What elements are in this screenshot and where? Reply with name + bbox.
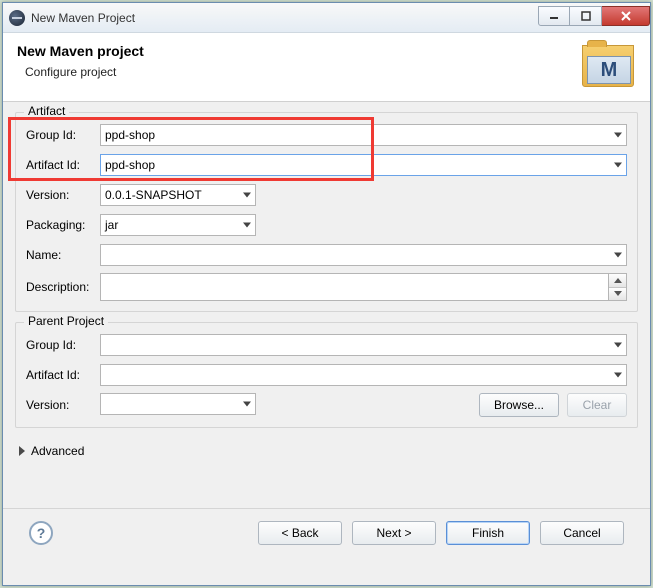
wizard-footer: ? < Back Next > Finish Cancel bbox=[15, 509, 638, 557]
chevron-down-icon bbox=[243, 193, 251, 198]
parent-artifact-id-label: Artifact Id: bbox=[26, 368, 100, 382]
parent-version-input[interactable] bbox=[100, 393, 256, 415]
chevron-down-icon bbox=[614, 133, 622, 138]
advanced-label: Advanced bbox=[31, 444, 84, 458]
stepper-up-button[interactable] bbox=[609, 274, 626, 288]
artifact-legend: Artifact bbox=[24, 104, 69, 118]
packaging-value: jar bbox=[105, 218, 118, 232]
minimize-button[interactable] bbox=[538, 6, 570, 26]
eclipse-icon bbox=[9, 10, 25, 26]
artifact-id-value: ppd-shop bbox=[105, 158, 155, 172]
chevron-down-icon bbox=[614, 253, 622, 258]
finish-button-label: Finish bbox=[472, 526, 504, 540]
back-button-label: < Back bbox=[281, 526, 318, 540]
titlebar[interactable]: New Maven Project bbox=[3, 3, 650, 33]
artifact-id-input[interactable]: ppd-shop bbox=[100, 154, 627, 176]
maximize-button[interactable] bbox=[570, 6, 602, 26]
advanced-expander[interactable]: Advanced bbox=[15, 438, 638, 458]
group-id-label: Group Id: bbox=[26, 128, 100, 142]
packaging-input[interactable]: jar bbox=[100, 214, 256, 236]
cancel-button-label: Cancel bbox=[563, 526, 600, 540]
close-button[interactable] bbox=[602, 6, 650, 26]
expand-right-icon bbox=[19, 446, 25, 456]
parent-version-label: Version: bbox=[26, 398, 100, 412]
help-icon: ? bbox=[37, 525, 46, 541]
clear-button[interactable]: Clear bbox=[567, 393, 627, 417]
page-title: New Maven project bbox=[17, 43, 582, 59]
minimize-icon bbox=[549, 11, 559, 21]
chevron-down-icon bbox=[614, 163, 622, 168]
page-subtitle: Configure project bbox=[25, 65, 582, 79]
artifact-group: Artifact Group Id: ppd-shop Artifact Id:… bbox=[15, 112, 638, 312]
chevron-up-icon bbox=[614, 278, 622, 283]
group-id-value: ppd-shop bbox=[105, 128, 155, 142]
packaging-label: Packaging: bbox=[26, 218, 100, 232]
description-input[interactable] bbox=[100, 273, 609, 301]
dialog-window: New Maven Project New Maven project Conf… bbox=[2, 2, 651, 586]
parent-legend: Parent Project bbox=[24, 314, 108, 328]
maven-folder-icon: M bbox=[582, 45, 634, 87]
version-input[interactable]: 0.0.1-SNAPSHOT bbox=[100, 184, 256, 206]
back-button[interactable]: < Back bbox=[258, 521, 342, 545]
description-stepper[interactable] bbox=[609, 273, 627, 301]
maximize-icon bbox=[581, 11, 591, 21]
parent-artifact-id-input[interactable] bbox=[100, 364, 627, 386]
parent-group-id-input[interactable] bbox=[100, 334, 627, 356]
close-icon bbox=[620, 10, 632, 22]
browse-button-label: Browse... bbox=[494, 398, 544, 412]
help-button[interactable]: ? bbox=[29, 521, 53, 545]
chevron-down-icon bbox=[614, 291, 622, 296]
name-input[interactable] bbox=[100, 244, 627, 266]
next-button[interactable]: Next > bbox=[352, 521, 436, 545]
browse-button[interactable]: Browse... bbox=[479, 393, 559, 417]
window-title: New Maven Project bbox=[31, 11, 135, 25]
chevron-down-icon bbox=[614, 373, 622, 378]
chevron-down-icon bbox=[614, 343, 622, 348]
parent-group-id-label: Group Id: bbox=[26, 338, 100, 352]
version-label: Version: bbox=[26, 188, 100, 202]
group-id-input[interactable]: ppd-shop bbox=[100, 124, 627, 146]
stepper-down-button[interactable] bbox=[609, 288, 626, 301]
cancel-button[interactable]: Cancel bbox=[540, 521, 624, 545]
description-label: Description: bbox=[26, 280, 100, 294]
version-value: 0.0.1-SNAPSHOT bbox=[105, 188, 202, 202]
wizard-header: New Maven project Configure project M bbox=[3, 33, 650, 102]
name-label: Name: bbox=[26, 248, 100, 262]
clear-button-label: Clear bbox=[583, 398, 612, 412]
finish-button[interactable]: Finish bbox=[446, 521, 530, 545]
artifact-id-label: Artifact Id: bbox=[26, 158, 100, 172]
parent-project-group: Parent Project Group Id: Artifact Id: bbox=[15, 322, 638, 428]
next-button-label: Next > bbox=[376, 526, 411, 540]
chevron-down-icon bbox=[243, 223, 251, 228]
chevron-down-icon bbox=[243, 402, 251, 407]
